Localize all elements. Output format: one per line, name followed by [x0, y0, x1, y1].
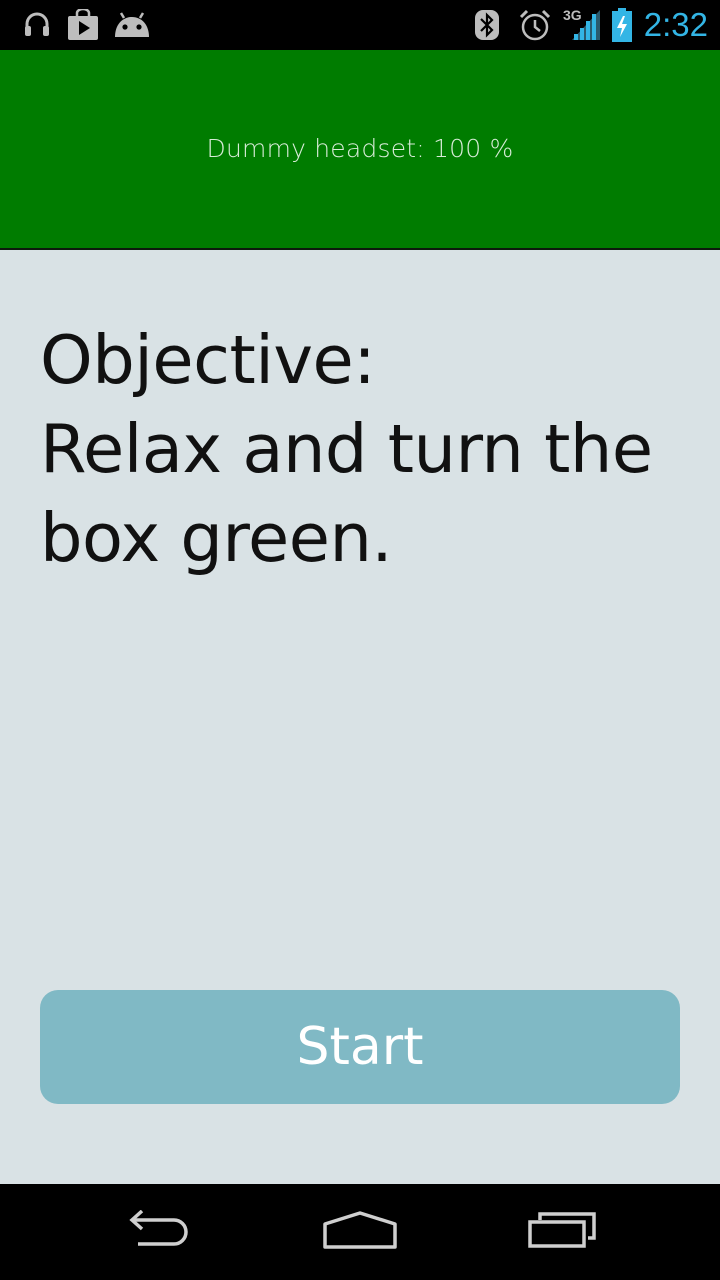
- objective-heading: Objective:: [40, 321, 376, 399]
- alarm-icon: [518, 9, 552, 47]
- home-button[interactable]: [310, 1204, 410, 1260]
- bluetooth-icon: [474, 9, 500, 45]
- navigation-bar: [0, 1184, 720, 1280]
- headphones-icon: [22, 9, 52, 43]
- back-icon: [124, 1209, 196, 1254]
- play-store-icon: [66, 7, 100, 45]
- objective-text: Objective: Relax and turn the box green.: [40, 316, 700, 583]
- back-button[interactable]: [110, 1204, 210, 1260]
- objective-line: Relax and turn the: [40, 410, 653, 488]
- app-screen: 3G 2:32 Dummy headset: 100 % Objective: …: [0, 0, 720, 1280]
- android-icon: [112, 9, 152, 45]
- battery-charging-icon: [610, 7, 634, 47]
- start-button[interactable]: Start: [40, 990, 680, 1104]
- status-clock: 2:32: [643, 6, 708, 43]
- headset-status-label: Dummy headset: 100 %: [206, 134, 514, 163]
- recent-apps-button[interactable]: [512, 1204, 612, 1260]
- recent-apps-icon: [526, 1210, 598, 1254]
- headset-status-header: Dummy headset: 100 %: [0, 50, 720, 250]
- home-icon: [322, 1210, 398, 1254]
- svg-text:3G: 3G: [563, 7, 582, 23]
- status-bar: 3G 2:32: [0, 0, 720, 50]
- objective-line: box green.: [40, 499, 393, 577]
- signal-icon: 3G: [562, 6, 602, 46]
